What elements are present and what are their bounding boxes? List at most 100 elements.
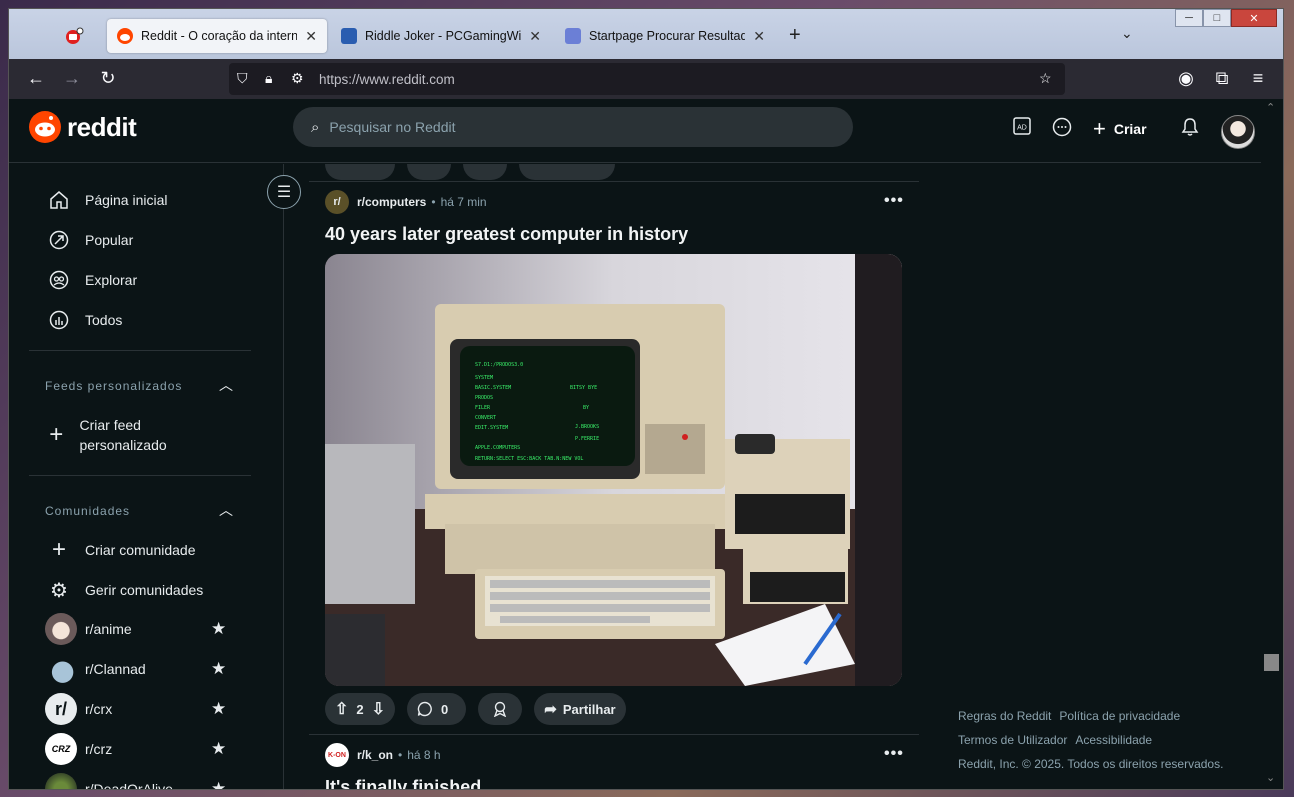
scroll-up-icon[interactable]: ⌃ (1266, 101, 1275, 114)
previous-share-pill[interactable] (519, 164, 615, 180)
community-name: r/Clannad (85, 661, 146, 677)
subreddit-avatar[interactable]: r/ (325, 190, 349, 214)
sidebar-item-all[interactable]: Todos (47, 308, 122, 332)
reddit-header: reddit ⌕ AD + Criar (9, 99, 1273, 163)
extensions-puzzle-icon[interactable]: ⧉ (1211, 68, 1233, 89)
share-button[interactable]: ➦ Partilhar (534, 693, 626, 725)
tab-startpage[interactable]: Startpage Procurar Resultados ✕ (555, 19, 775, 53)
tab-title: Reddit - O coração da internet (141, 29, 298, 43)
maximize-icon[interactable]: □ (1203, 9, 1231, 27)
accessibility-link[interactable]: Acessibilidade (1075, 733, 1152, 747)
manage-communities-button[interactable]: ⚙ Gerir comunidades (47, 578, 203, 602)
svg-text:J.BROOKS: J.BROOKS (575, 424, 599, 430)
new-tab-icon[interactable]: + (789, 24, 801, 47)
create-community-button[interactable]: + Criar comunidade (47, 536, 196, 563)
list-all-tabs-icon[interactable]: ⌄ (1121, 25, 1133, 42)
close-tab-icon[interactable]: ✕ (305, 28, 317, 45)
award-button[interactable] (478, 693, 523, 725)
favorite-star-icon[interactable]: ★ (211, 739, 226, 759)
svg-text:P.FERRIE: P.FERRIE (575, 436, 599, 442)
tab-pcgamingwiki[interactable]: Riddle Joker - PCGamingWiki P ✕ (331, 19, 551, 53)
close-window-icon[interactable]: ✕ (1231, 9, 1277, 27)
post-subreddit-line: K-ON r/k_on • há 8 h (325, 743, 441, 767)
sidebar-item-popular[interactable]: Popular (47, 228, 133, 252)
url-text: https://www.reddit.com (319, 71, 455, 87)
more-options-icon[interactable]: ••• (884, 192, 904, 210)
sidebar-item-crz[interactable]: CRZ r/crz (45, 733, 112, 765)
downvote-icon[interactable]: ⇩ (372, 699, 385, 719)
notifications-bell-icon[interactable] (1181, 117, 1199, 142)
community-avatar (45, 773, 77, 789)
previous-comment-pill[interactable] (407, 164, 451, 180)
sidebar-item-anime[interactable]: r/anime (45, 613, 132, 645)
feeds-section-heading[interactable]: Feeds personalizados (45, 379, 182, 393)
page-scrollbar[interactable] (1261, 99, 1283, 789)
chevron-up-icon[interactable]: ︿ (219, 500, 233, 520)
svg-text:PRODOS: PRODOS (475, 395, 493, 401)
reddit-wordmark: reddit (67, 111, 137, 142)
sidebar-item-explore[interactable]: Explorar (47, 268, 137, 292)
vote-count: 2 (356, 701, 364, 717)
collapse-sidebar-button[interactable]: ☰ (267, 175, 301, 209)
subreddit-name[interactable]: r/k_on (357, 748, 393, 762)
sidebar-item-crx[interactable]: r/ r/crx (45, 693, 112, 725)
close-tab-icon[interactable]: ✕ (529, 28, 541, 45)
previous-award-pill[interactable] (463, 164, 507, 180)
pinned-tab-audio-icon[interactable] (63, 25, 85, 47)
chat-icon[interactable] (1052, 117, 1072, 142)
tab-title: Startpage Procurar Resultados (589, 29, 746, 43)
favorite-star-icon[interactable]: ★ (211, 699, 226, 719)
post-image[interactable]: S7.D1:/PRODOS3.0 SYSTEM BASIC.SYSTEM PRO… (325, 254, 902, 686)
sidebar-item-deadoralive[interactable]: r/DeadOrAlive (45, 773, 173, 789)
share-label: Partilhar (562, 701, 616, 717)
post-time: há 7 min (440, 195, 487, 209)
previous-vote-pill[interactable] (325, 164, 395, 180)
bookmark-star-icon[interactable]: ☆ (1039, 70, 1052, 87)
permissions-icon[interactable]: ⚙ (291, 70, 304, 87)
scrollbar-thumb[interactable] (1264, 654, 1279, 671)
privacy-link[interactable]: Política de privacidade (1059, 709, 1180, 723)
post-title[interactable]: It's finally finished (325, 777, 481, 789)
create-feed-button[interactable]: + Criar feed personalizado (47, 415, 197, 455)
upvote-icon[interactable]: ⇧ (335, 699, 348, 719)
create-post-button[interactable]: + Criar (1093, 116, 1147, 142)
sidebar-item-home[interactable]: Página inicial (47, 188, 168, 212)
minimize-icon[interactable]: ─ (1175, 9, 1203, 27)
reddit-logo[interactable]: reddit (29, 111, 137, 143)
scroll-down-icon[interactable]: ⌄ (1266, 771, 1275, 784)
more-options-icon[interactable]: ••• (884, 745, 904, 763)
forward-icon[interactable]: → (61, 68, 83, 89)
post-time: há 8 h (407, 748, 441, 762)
user-avatar[interactable] (1221, 115, 1255, 149)
favorite-star-icon[interactable]: ★ (211, 779, 226, 789)
search-bar[interactable]: ⌕ (293, 107, 853, 147)
sidebar-item-label: Página inicial (85, 192, 168, 208)
back-icon[interactable]: ← (25, 68, 47, 89)
community-avatar (45, 653, 77, 685)
url-bar[interactable]: ⛉ 🔒︎ ⚙ https://www.reddit.com ☆ (229, 63, 1065, 95)
advertise-icon[interactable]: AD (1013, 117, 1031, 140)
menu-icon[interactable]: ≡ (1247, 68, 1269, 89)
lock-icon[interactable]: 🔒︎ (265, 70, 272, 87)
reload-icon[interactable]: ↻ (97, 68, 119, 89)
rules-link[interactable]: Regras do Reddit (958, 709, 1051, 723)
share-icon: ➦ (544, 701, 557, 718)
close-tab-icon[interactable]: ✕ (753, 28, 765, 45)
favorite-star-icon[interactable]: ★ (211, 659, 226, 679)
sidebar-item-clannad[interactable]: r/Clannad (45, 653, 146, 685)
svg-text:CONVERT: CONVERT (475, 415, 496, 421)
post-title[interactable]: 40 years later greatest computer in hist… (325, 224, 688, 245)
navigation-bar: ← → ↻ ⛉ 🔒︎ ⚙ https://www.reddit.com ☆ ◉ … (9, 59, 1283, 99)
terms-link[interactable]: Termos de Utilizador (958, 733, 1067, 747)
search-input[interactable] (329, 119, 810, 135)
tab-reddit[interactable]: Reddit - O coração da internet ✕ (107, 19, 327, 53)
favorite-star-icon[interactable]: ★ (211, 619, 226, 639)
subreddit-avatar[interactable]: K-ON (325, 743, 349, 767)
extension-icon[interactable]: ◉ (1175, 68, 1197, 89)
shield-icon[interactable]: ⛉ (237, 70, 248, 87)
subreddit-name[interactable]: r/computers (357, 195, 426, 209)
chevron-up-icon[interactable]: ︿ (219, 375, 233, 395)
comments-button[interactable]: 0 (407, 693, 467, 725)
communities-section-heading[interactable]: Comunidades (45, 504, 130, 518)
community-name: r/crx (85, 701, 113, 717)
